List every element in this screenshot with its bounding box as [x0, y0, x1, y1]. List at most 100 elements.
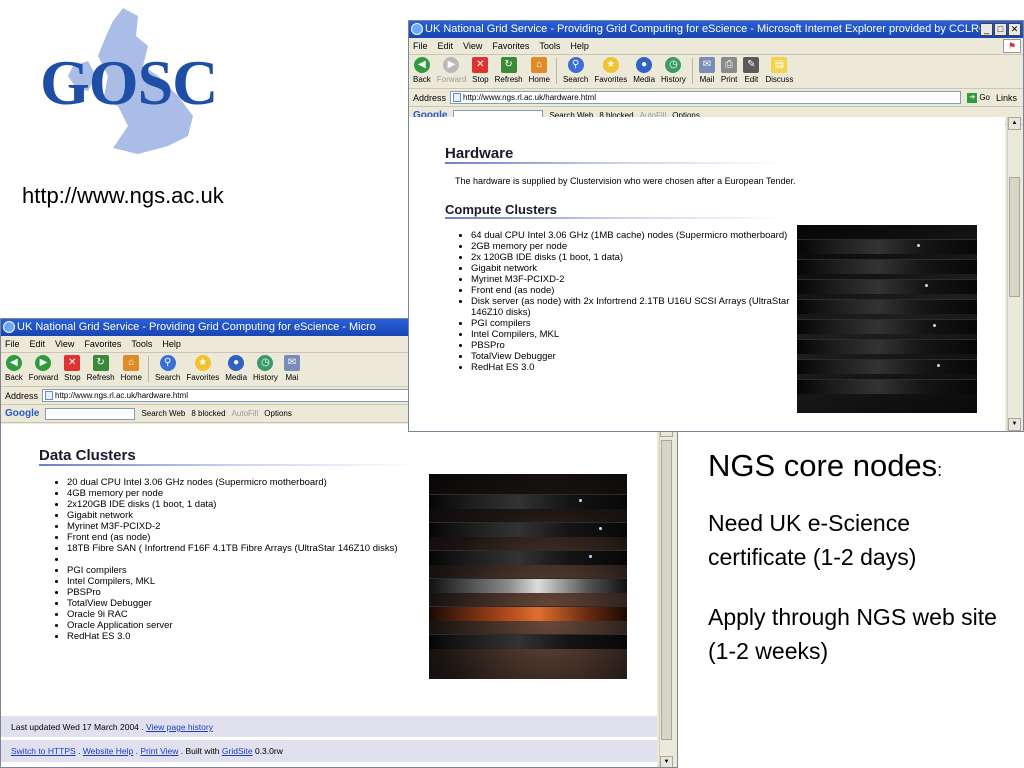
window-titlebar[interactable]: UK National Grid Service - Providing Gri…: [409, 21, 1023, 38]
section-heading: Data Clusters: [39, 447, 136, 464]
forward-arrow-icon: ▶: [443, 57, 460, 73]
window-title: UK National Grid Service - Providing Gri…: [425, 23, 987, 35]
list-item: PGI compilers: [471, 318, 811, 329]
home-button[interactable]: ⌂ Home: [529, 55, 550, 84]
favorites-button[interactable]: ★ Favorites: [186, 353, 219, 382]
page-content: Data Clusters 20 dual CPU Intel 3.06 GHz…: [1, 424, 657, 767]
scroll-down-icon[interactable]: ▼: [1008, 418, 1021, 431]
maximize-icon[interactable]: □: [994, 23, 1007, 36]
menu-tools[interactable]: Tools: [131, 336, 152, 352]
slide-notes: NGS core nodes: Need UK e-Science certif…: [708, 448, 1008, 694]
footer-links: Switch to HTTPS . Website Help . Print V…: [1, 740, 657, 762]
view-page-history-link[interactable]: View page history: [146, 722, 213, 732]
scroll-thumb[interactable]: [661, 440, 672, 740]
menu-edit[interactable]: Edit: [30, 336, 46, 352]
list-item: Intel Compilers, MKL: [471, 329, 811, 340]
go-button[interactable]: ➔ Go: [967, 92, 990, 103]
star-icon: ★: [194, 355, 211, 371]
minimize-icon[interactable]: _: [980, 23, 993, 36]
page-content: Hardware The hardware is supplied by Clu…: [409, 117, 1005, 431]
print-view-link[interactable]: Print View: [140, 746, 178, 756]
menu-edit[interactable]: Edit: [438, 38, 454, 54]
back-button[interactable]: ◀ Back: [413, 55, 431, 84]
switch-to-https-link[interactable]: Switch to HTTPS: [11, 746, 76, 756]
mail-icon: ✉: [698, 57, 715, 73]
gridsite-link[interactable]: GridSite: [222, 746, 253, 756]
favorites-button[interactable]: ★ Favorites: [594, 55, 627, 84]
menu-help[interactable]: Help: [162, 336, 181, 352]
list-item: Gigabit network: [67, 510, 417, 521]
menu-view[interactable]: View: [463, 38, 482, 54]
list-item: Gigabit network: [471, 263, 811, 274]
stop-button[interactable]: ✕ Stop: [64, 353, 81, 382]
compute-cluster-list: 64 dual CPU Intel 3.06 GHz (1MB cache) n…: [451, 230, 811, 373]
list-item: 2GB memory per node: [471, 241, 811, 252]
list-item: Disk server (as node) with 2x Infortrend…: [471, 296, 811, 318]
list-item: 2x120GB IDE disks (1 boot, 1 data): [67, 499, 417, 510]
media-icon: ●: [636, 57, 653, 73]
search-button[interactable]: ⚲ Search: [155, 353, 180, 382]
home-icon: ⌂: [531, 57, 548, 73]
scroll-thumb[interactable]: [1009, 177, 1020, 297]
search-button[interactable]: ⚲ Search: [563, 55, 588, 84]
refresh-button[interactable]: ↻ Refresh: [495, 55, 523, 84]
stop-button[interactable]: ✕ Stop: [472, 55, 489, 84]
toolbar: ◀ Back ▶ Forward ✕ Stop ↻ Refresh ⌂ Home ⚲ Sea…: [409, 55, 1023, 89]
menu-file[interactable]: File: [5, 336, 20, 352]
media-button[interactable]: ● Media: [633, 55, 655, 84]
list-item: PBSPro: [67, 587, 417, 598]
page-icon: [45, 391, 54, 400]
menu-bar: File Edit View Favorites Tools Help ⚑: [409, 38, 1023, 55]
list-item: RedHat ES 3.0: [67, 631, 417, 642]
forward-button[interactable]: ▶ Forward: [29, 353, 58, 382]
home-button[interactable]: ⌂ Home: [121, 353, 142, 382]
vertical-scrollbar[interactable]: ▲ ▼: [659, 424, 673, 767]
forward-arrow-icon: ▶: [35, 355, 52, 371]
list-item: Myrinet M3F-PCIXD-2: [67, 521, 417, 532]
popup-blocked-button[interactable]: 8 blocked: [191, 409, 225, 418]
print-button[interactable]: ⎙ Print: [721, 55, 737, 84]
menu-file[interactable]: File: [413, 38, 428, 54]
google-logo[interactable]: Google: [5, 408, 39, 419]
star-icon: ★: [602, 57, 619, 73]
list-item: 18TB Fibre SAN ( Infortrend F16F 4.1TB F…: [67, 543, 417, 554]
options-button[interactable]: Options: [264, 409, 292, 418]
links-button[interactable]: Links: [996, 93, 1017, 103]
scroll-up-icon[interactable]: ▲: [1008, 117, 1021, 130]
mail-button[interactable]: ✉ Mai: [283, 353, 300, 382]
search-web-button[interactable]: Search Web: [141, 409, 185, 418]
printer-icon: ⎙: [721, 57, 738, 73]
vertical-scrollbar[interactable]: ▲ ▼: [1007, 117, 1021, 431]
scroll-down-icon[interactable]: ▼: [660, 756, 673, 767]
list-item: Myrinet M3F-PCIXD-2: [471, 274, 811, 285]
note-apply: Apply through NGS web site (1-2 weeks): [708, 604, 997, 664]
media-icon: ●: [228, 355, 245, 371]
address-input[interactable]: http://www.ngs.rl.ac.uk/hardware.html: [450, 91, 962, 104]
mail-button[interactable]: ✉ Mail: [698, 55, 715, 84]
autofill-button[interactable]: AutoFill: [232, 409, 259, 418]
menu-help[interactable]: Help: [570, 38, 589, 54]
home-icon: ⌂: [123, 355, 140, 371]
media-button[interactable]: ● Media: [225, 353, 247, 382]
history-button[interactable]: ◷ History: [661, 55, 686, 84]
history-button[interactable]: ◷ History: [253, 353, 278, 382]
list-item: TotalView Debugger: [471, 351, 811, 362]
discuss-button[interactable]: ▤ Discuss: [765, 55, 793, 84]
forward-button[interactable]: ▶ Forward: [437, 55, 466, 84]
refresh-button[interactable]: ↻ Refresh: [87, 353, 115, 382]
edit-button[interactable]: ✎ Edit: [743, 55, 760, 84]
google-search-input[interactable]: [45, 407, 136, 420]
menu-favorites[interactable]: Favorites: [492, 38, 529, 54]
menu-tools[interactable]: Tools: [539, 38, 560, 54]
back-button[interactable]: ◀ Back: [5, 353, 23, 382]
menu-view[interactable]: View: [55, 336, 74, 352]
slide-url: http://www.ngs.ac.uk: [22, 183, 224, 208]
history-icon: ◷: [257, 355, 274, 371]
toolbar-separator: [555, 58, 557, 84]
refresh-icon: ↻: [92, 355, 109, 371]
menu-favorites[interactable]: Favorites: [84, 336, 121, 352]
website-help-link[interactable]: Website Help: [83, 746, 133, 756]
logo-text: GOSC: [40, 47, 218, 118]
close-icon[interactable]: ✕: [1008, 23, 1021, 36]
section-heading: Compute Clusters: [445, 202, 557, 217]
